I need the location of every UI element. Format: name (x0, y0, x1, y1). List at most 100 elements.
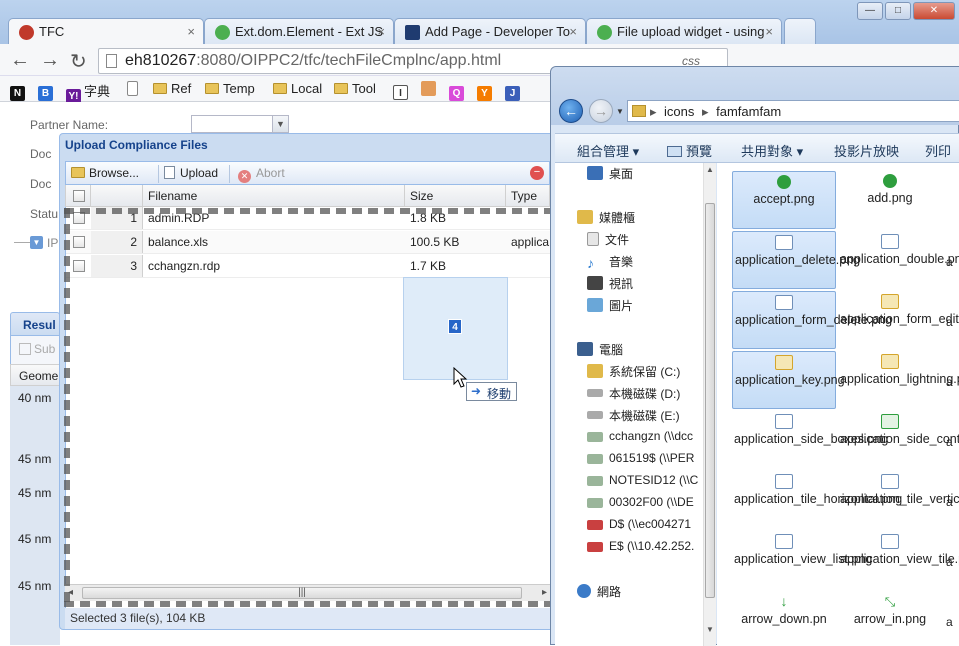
size-column-header[interactable]: Size (405, 185, 506, 206)
back-button[interactable]: ← (559, 99, 583, 123)
nav-item-music[interactable]: ♪ 音樂 (587, 253, 633, 270)
file-item[interactable]: accept.png (732, 171, 836, 229)
forward-arrow-icon[interactable]: → (40, 49, 60, 72)
tab-file-upload-widget[interactable]: File upload widget - using × (586, 18, 782, 45)
row-checkbox[interactable] (73, 236, 85, 248)
horizontal-scrollbar[interactable]: ◂ ||| ▸ (65, 584, 550, 601)
nav-item-drive-e[interactable]: 本機磁碟 (E:) (587, 407, 702, 424)
file-item[interactable]: application_double.png (838, 231, 959, 289)
file-item[interactable]: ⤡ arrow_in.png (838, 591, 942, 646)
close-tab-icon[interactable]: × (765, 24, 773, 39)
nav-item-network-drive[interactable]: 061519$ (\\PER (587, 451, 702, 465)
close-tab-icon[interactable]: × (377, 24, 385, 39)
close-tab-icon[interactable]: × (569, 24, 577, 39)
nav-item-pictures[interactable]: 圖片 (587, 297, 633, 314)
nav-item-drive-c[interactable]: 系統保留 (C:) (587, 363, 702, 380)
scroll-thumb[interactable] (705, 203, 715, 598)
scroll-thumb[interactable]: ||| (82, 587, 522, 599)
nav-item-network-drive[interactable]: cchangzn (\\dcc (587, 429, 702, 443)
geometry-column-header[interactable]: Geome (10, 364, 60, 386)
upload-button[interactable]: Upload (164, 166, 218, 180)
browse-label: Browse... (89, 166, 140, 180)
tab-add-page[interactable]: Add Page - Developer To × (394, 18, 586, 45)
bookmark-hamster[interactable] (421, 81, 439, 96)
file-item[interactable]: application_side_boxes.png (732, 411, 888, 469)
explorer-address-bar[interactable]: ▸ icons ▸ famfamfam (627, 100, 959, 122)
file-item[interactable]: application_lightning.png (838, 351, 959, 409)
close-window-button[interactable]: ✕ (913, 2, 955, 20)
bookmark-folder-temp[interactable]: Temp (205, 81, 255, 96)
bookmark-n[interactable]: N (10, 81, 28, 101)
scroll-up-icon[interactable]: ▲ (706, 165, 714, 174)
results-tab[interactable]: Resul (10, 312, 60, 336)
breadcrumb-famfamfam[interactable]: famfamfam (716, 104, 781, 119)
new-tab-button[interactable] (784, 18, 816, 45)
file-item[interactable]: application_side_contract.png (838, 411, 959, 469)
maximize-button[interactable]: □ (885, 2, 911, 20)
scroll-down-icon[interactable]: ▼ (706, 625, 714, 634)
file-item[interactable]: add.png (838, 171, 942, 229)
history-dropdown-icon[interactable]: ▼ (616, 107, 624, 116)
nav-scrollbar[interactable]: ▲ ▼ (703, 163, 716, 646)
scroll-right-icon[interactable]: ▸ (542, 587, 547, 598)
nav-item-disconnected-drive[interactable]: D$ (\\ec004271 (587, 517, 702, 531)
table-row[interactable]: 2 balance.xls 100.5 KB applica (66, 231, 551, 254)
file-item[interactable]: application_view_list.png (732, 531, 872, 589)
browse-button[interactable]: Browse... (71, 166, 139, 180)
bookmark-y[interactable]: Y (477, 81, 495, 101)
nav-item-network[interactable]: 網路 (577, 583, 621, 600)
file-item[interactable]: application_form_delete.png (732, 291, 892, 349)
collapse-icon[interactable]: ▼ (30, 236, 43, 249)
partner-name-combo[interactable]: ▼ (191, 115, 289, 133)
breadcrumb-icons[interactable]: icons (664, 104, 694, 119)
preview-button[interactable]: 預覽 (667, 141, 712, 160)
nav-item-videos[interactable]: 視訊 (587, 275, 633, 292)
file-item[interactable]: application_view_tile.png (838, 531, 959, 589)
reload-icon[interactable]: ↻ (70, 49, 87, 74)
submit-button[interactable]: Sub (10, 336, 60, 364)
select-all-header[interactable] (66, 185, 91, 206)
nav-item-desktop[interactable]: 桌面 (587, 165, 633, 182)
bookmark-i[interactable]: I (393, 81, 411, 100)
share-menu[interactable]: 共用對象 ▾ (741, 141, 803, 160)
type-column-header[interactable]: Type (506, 185, 551, 206)
close-tab-icon[interactable]: × (187, 24, 195, 39)
minimize-button[interactable]: — (857, 2, 883, 20)
bookmark-folder-tool[interactable]: Tool (334, 81, 376, 96)
file-item[interactable]: application_tile_vertical.png (838, 471, 959, 529)
nav-item-libraries[interactable]: 媒體櫃 (577, 209, 635, 226)
organize-menu[interactable]: 組合管理 ▾ (577, 141, 639, 160)
bookmark-dictionary[interactable]: Y! 字典 (66, 81, 110, 104)
file-item[interactable]: ↓ arrow_down.pn (732, 591, 836, 646)
row-checkbox[interactable] (73, 260, 85, 272)
nav-item-disconnected-drive[interactable]: E$ (\\10.42.252. (587, 539, 702, 553)
bookmark-folder-ref[interactable]: Ref (153, 81, 191, 96)
table-row[interactable]: 3 cchangzn.rdp 1.7 KB (66, 255, 551, 278)
remove-icon[interactable]: − (530, 166, 544, 180)
file-item[interactable]: application_key.png (732, 351, 845, 409)
bookmark-page[interactable] (127, 81, 141, 96)
tab-tfc[interactable]: TFC × (8, 18, 204, 46)
bookmark-q[interactable]: Q (449, 81, 467, 101)
chevron-down-icon[interactable]: ▼ (272, 116, 288, 132)
bookmark-b[interactable]: B (38, 81, 56, 101)
nav-item-computer[interactable]: 電腦 (577, 341, 623, 358)
forward-button[interactable]: → (589, 99, 613, 123)
nav-item-network-drive[interactable]: NOTESID12 (\\C (587, 473, 702, 487)
file-item[interactable]: application_delete.png (732, 231, 860, 289)
bookmark-folder-local[interactable]: Local (273, 81, 322, 96)
select-all-checkbox[interactable] (73, 190, 85, 202)
nav-item-network-drive[interactable]: 00302F00 (\\DE (587, 495, 702, 509)
abort-button[interactable]: ✕ Abort (238, 166, 285, 183)
slideshow-button[interactable]: 投影片放映 (834, 141, 899, 160)
tab-ext-dom-element[interactable]: Ext.dom.Element - Ext JS × (204, 18, 394, 45)
file-item[interactable]: application_form_edit.png (838, 291, 959, 349)
explorer-window: ← → ▼ ▸ icons ▸ famfamfam 組合管理 ▾ 預覽 共用對象… (550, 66, 959, 646)
back-arrow-icon[interactable]: ← (10, 49, 30, 72)
nav-item-documents[interactable]: 文件 (587, 231, 629, 248)
print-button[interactable]: 列印 (925, 141, 951, 160)
bookmark-j[interactable]: J (505, 81, 523, 101)
nav-item-drive-d[interactable]: 本機磁碟 (D:) (587, 385, 702, 402)
filename-column-header[interactable]: Filename (143, 185, 405, 206)
file-item[interactable]: application_tile_horizontal.png (732, 471, 902, 529)
